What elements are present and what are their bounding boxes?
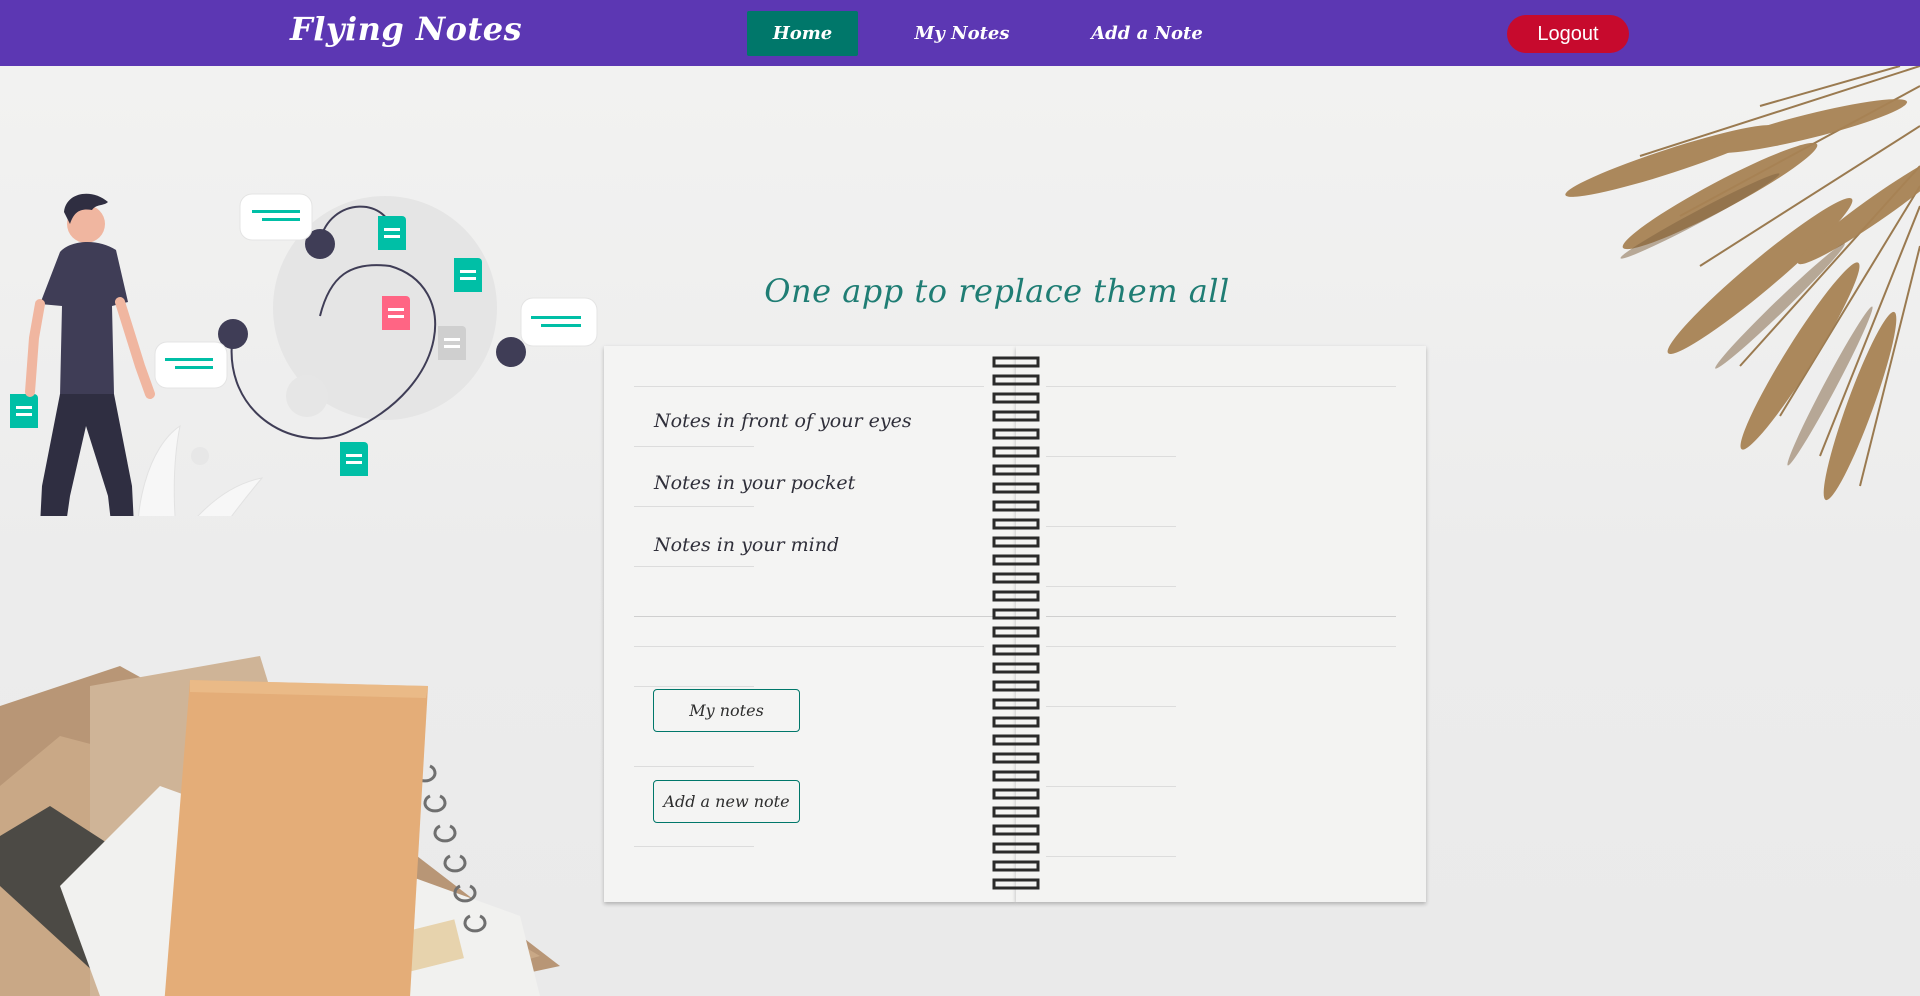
add-new-note-button[interactable]: Add a new note <box>653 780 800 823</box>
tagline-mind: Notes in your mind <box>654 534 840 556</box>
notebook-spiral <box>992 356 1040 890</box>
hero-headline: One app to replace them all <box>764 272 1230 310</box>
notebook-right-page <box>1016 346 1426 902</box>
navbar: Flying Notes Home My Notes Add a Note Lo… <box>0 0 1920 66</box>
chat-bubble-icon <box>239 193 313 241</box>
nav-link-home[interactable]: Home <box>747 11 858 56</box>
hero-background: One app to replace them all Notes in fro… <box>0 66 1920 996</box>
my-notes-button[interactable]: My notes <box>653 689 800 732</box>
notebook: Notes in front of your eyes Notes in you… <box>604 346 1426 904</box>
logout-button[interactable]: Logout <box>1507 15 1629 53</box>
wheat-decoration <box>1565 66 1920 501</box>
tagline-eyes: Notes in front of your eyes <box>654 410 912 432</box>
note-icon <box>340 442 368 476</box>
note-icon <box>378 216 406 250</box>
brand-logo[interactable]: Flying Notes <box>290 10 522 48</box>
chat-bubble-icon <box>154 341 228 389</box>
nav-link-add-note[interactable]: Add a Note <box>1082 11 1212 56</box>
note-icon <box>438 326 466 360</box>
nav-link-my-notes[interactable]: My Notes <box>906 11 1018 56</box>
person-illustration <box>10 193 598 516</box>
notebook-stack <box>0 656 560 996</box>
tagline-pocket: Notes in your pocket <box>654 472 856 494</box>
notebook-left-page: Notes in front of your eyes Notes in you… <box>604 346 1016 902</box>
note-icon <box>10 394 38 428</box>
